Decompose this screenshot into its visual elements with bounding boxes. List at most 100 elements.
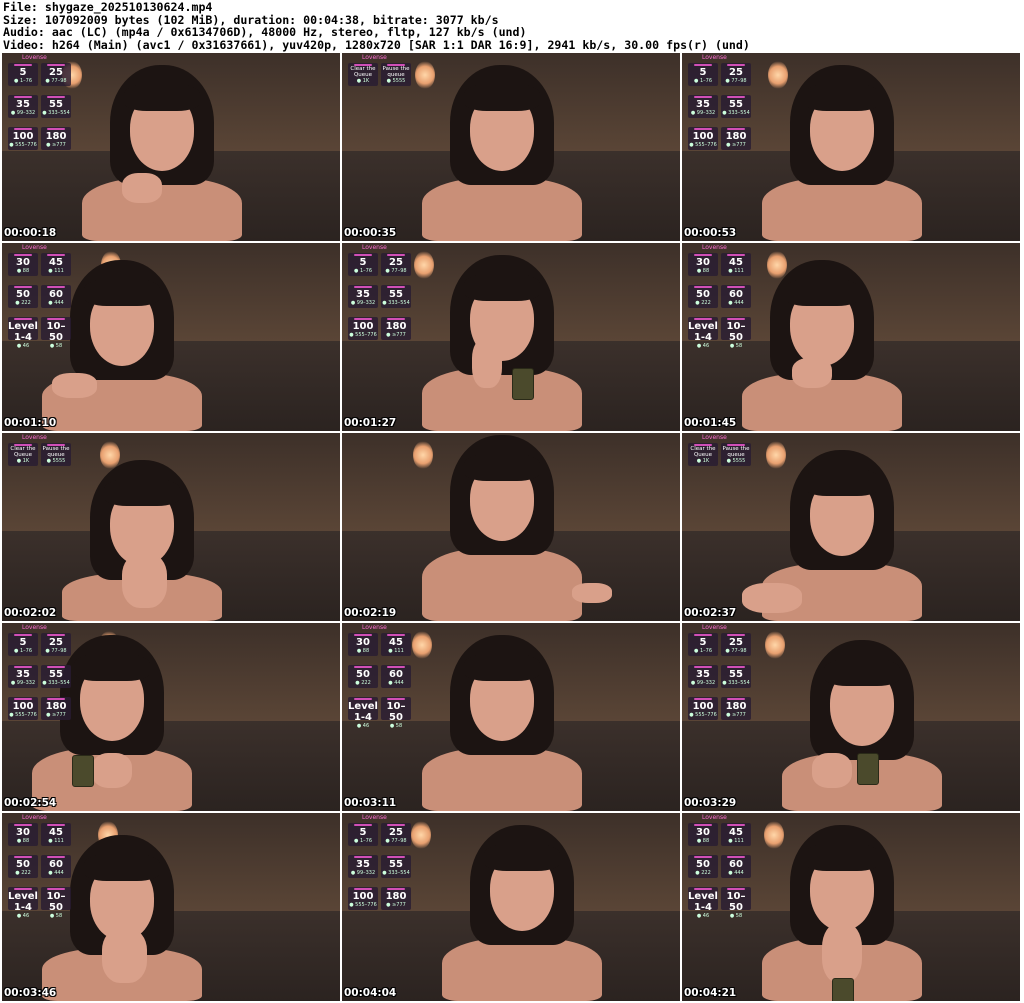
tile-value: 45 [49,257,63,268]
tile-range: ● 111 [388,648,404,654]
timestamp-label: 00:02:54 [4,797,57,809]
tile-accent-bar [387,698,405,700]
file-name-line: File: shygaze_202510130624.mp4 [3,0,213,14]
tile-range: ● 1–76 [14,648,32,654]
tile-range: ● 1–76 [694,648,712,654]
tile-accent-bar [694,824,712,826]
tip-menu-tile: 100 ● 555–776 [348,317,378,340]
video-thumbnail: Lovense 5 ● 1–76 25 ● 77–98 35 ● 99–332 55 ● 333… [2,53,340,241]
tile-range: ● 1–76 [694,78,712,84]
lovense-logo: Lovense [362,814,387,821]
tile-accent-bar [727,888,745,890]
tip-menu-tile: 25 ● 77–98 [381,253,411,276]
tile-value: 30 [696,257,710,268]
tip-menu-tile: 180 ● ≥777 [381,887,411,910]
tip-menu-tile: 25 ● 77–98 [41,633,71,656]
tile-accent-bar [354,698,372,700]
tile-range: ● 99–332 [10,110,36,116]
tile-accent-bar [354,666,372,668]
tile-range: ● 1K [356,78,370,84]
tip-menu-tile: 50 ● 222 [348,665,378,688]
tile-accent-bar [47,64,65,66]
torso [422,178,582,241]
tile-range: ● ≥777 [46,712,66,718]
tile-value: 100 [692,701,714,712]
tile-accent-bar [47,666,65,668]
video-thumbnail: Lovense 5 ● 1–76 25 ● 77–98 35 ● 99–332 55 ● 333… [342,813,680,1001]
tile-range: ● 88 [696,268,710,274]
tile-accent-bar [694,444,712,446]
tile-value: 100 [352,321,374,332]
tip-menu-tile: 100 ● 555–776 [348,887,378,910]
bangs [824,658,900,686]
tile-value: 55 [389,289,403,300]
tip-menu-tile: 60 ● 444 [41,855,71,878]
timestamp-label: 00:02:37 [684,607,737,619]
tile-range: ● ≥777 [386,902,406,908]
tip-menu-tile: 55 ● 333–554 [721,95,751,118]
tile-accent-bar [47,286,65,288]
tile-accent-bar [47,634,65,636]
video-thumbnail: Lovense Clear the Queue ● 1K Pause the queu… [342,53,680,241]
tile-range: ● 222 [15,870,31,876]
tile-accent-bar [47,128,65,130]
video-thumbnail: Lovense 5 ● 1–76 25 ● 77–98 35 ● 99–332 55 ● 333… [682,53,1020,241]
lovense-logo: Lovense [702,814,727,821]
tile-range: ● 222 [695,300,711,306]
tip-menu-tile: 50 ● 222 [8,855,38,878]
tile-accent-bar [694,128,712,130]
tile-value: 25 [49,67,63,78]
tile-accent-bar [47,254,65,256]
timestamp-label: 00:01:27 [344,417,397,429]
tile-value: Level 1-4 [348,701,378,723]
tile-value: 55 [49,669,63,680]
tile-range: ● 555–776 [9,712,37,718]
timestamp-label: 00:00:35 [344,227,397,239]
tile-range: ● 444 [728,300,744,306]
tile-value: 55 [729,99,743,110]
tile-value: 10–50 [46,891,66,913]
lovense-logo: Lovense [22,814,47,821]
tile-range: ● 333–554 [42,680,70,686]
lovense-logo: Lovense [22,434,47,441]
tile-value: 100 [12,131,34,142]
tile-range: ● 88 [16,838,30,844]
tip-menu-tile: 50 ● 222 [688,285,718,308]
tip-menu-tile: 55 ● 333–554 [721,665,751,688]
tip-menu-tile: Pause the queue ● 5555 [41,443,71,466]
hand [792,358,832,388]
tip-menu-tile: 100 ● 555–776 [8,697,38,720]
tile-accent-bar [14,96,32,98]
tile-value: 35 [16,99,30,110]
tile-accent-bar [387,318,405,320]
tile-range: ● 444 [48,870,64,876]
lovense-logo: Lovense [702,244,727,251]
video-info-line: Video: h264 (Main) (avc1 / 0x31637661), … [3,37,750,52]
tile-value: 180 [725,701,747,712]
tip-menu-tile: Level 1-4 ● 46 [688,317,718,349]
tile-value: 180 [45,131,67,142]
tile-range: ● 77–98 [45,78,67,84]
lovense-logo: Lovense [22,624,47,631]
tile-accent-bar [354,318,372,320]
tile-value: 5 [359,827,367,838]
tile-range: ● 555–776 [689,712,717,718]
timestamp-label: 00:01:45 [684,417,737,429]
tip-menu-tile: 35 ● 99–332 [348,285,378,308]
tip-menu-tile: Clear the Queue ● 1K [348,63,378,86]
lovense-logo: Lovense [22,244,47,251]
tile-accent-bar [727,666,745,668]
tip-menu-tile: 45 ● 111 [381,633,411,656]
tile-accent-bar [727,698,745,700]
torso [82,178,242,241]
torso [422,368,582,431]
tile-value: 50 [16,289,30,300]
tile-value: 5 [19,637,27,648]
hand [92,753,132,788]
tip-menu-tile: 30 ● 88 [8,823,38,846]
tip-menu-tile: 10–50 ● 58 [721,887,751,919]
tip-menu-tile: Pause the queue ● 5555 [721,443,751,466]
tile-range: ● 1K [16,458,30,464]
bangs [124,83,200,111]
tile-range: ● 333–554 [722,680,750,686]
